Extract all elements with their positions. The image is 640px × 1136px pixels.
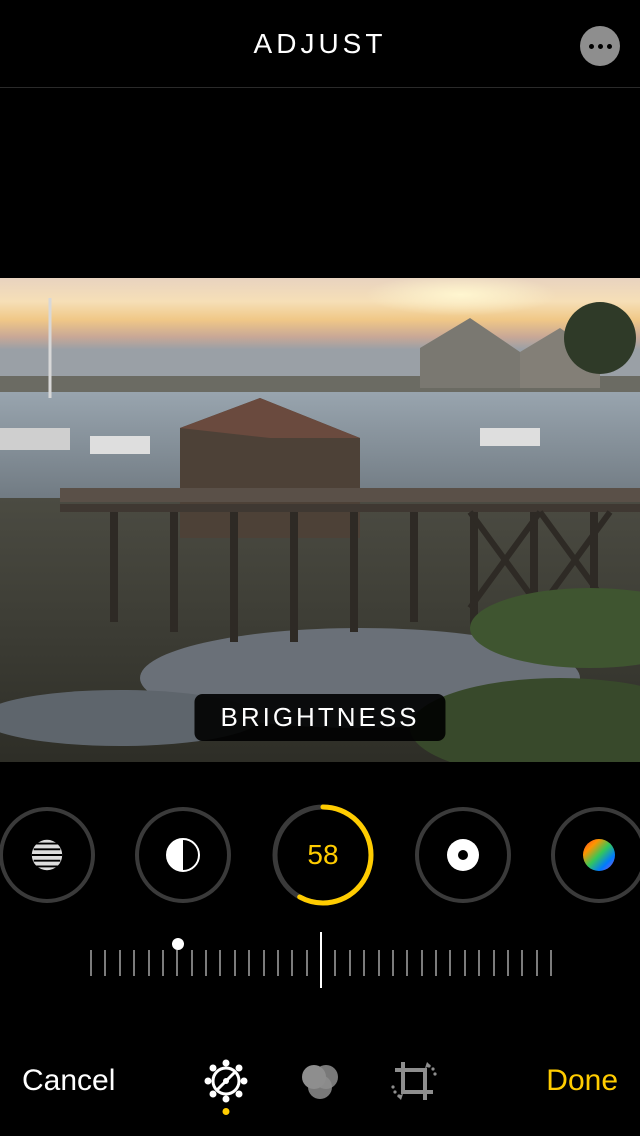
dial-exposure[interactable] (0, 807, 95, 903)
active-mode-indicator (223, 1108, 230, 1115)
photo-preview[interactable] (0, 278, 640, 762)
mode-crop[interactable] (390, 1057, 438, 1105)
contrast-icon (165, 837, 201, 873)
dial-brightness[interactable]: 58 (271, 803, 375, 907)
saturation-icon (581, 837, 617, 873)
adjust-mode-icon (203, 1058, 249, 1104)
dial-contrast[interactable] (135, 807, 231, 903)
crop-mode-icon (391, 1058, 437, 1104)
slider-pointer (320, 932, 322, 988)
mode-adjust[interactable] (202, 1057, 250, 1105)
mode-filters[interactable] (296, 1057, 344, 1105)
slider-origin-dot (172, 938, 184, 950)
sunset-image (0, 278, 640, 762)
dial-saturation[interactable] (551, 807, 640, 903)
exposure-icon (28, 836, 66, 874)
done-button[interactable]: Done (546, 1064, 618, 1098)
black-point-icon (445, 837, 481, 873)
more-button[interactable] (580, 26, 620, 66)
mode-switcher (202, 1057, 438, 1105)
progress-ring-icon (271, 803, 375, 907)
parameter-label-badge: BRIGHTNESS (194, 694, 445, 741)
page-title: ADJUST (254, 28, 387, 60)
bottom-toolbar: Cancel (0, 1026, 640, 1136)
adjustment-dials[interactable]: 58 (0, 800, 640, 910)
filters-mode-icon (296, 1057, 344, 1105)
ellipsis-icon (589, 44, 594, 49)
ellipsis-icon (598, 44, 603, 49)
ellipsis-icon (607, 44, 612, 49)
value-slider[interactable] (0, 920, 640, 990)
header-bar: ADJUST (0, 0, 640, 88)
dial-black-point[interactable] (415, 807, 511, 903)
cancel-button[interactable]: Cancel (22, 1064, 115, 1098)
